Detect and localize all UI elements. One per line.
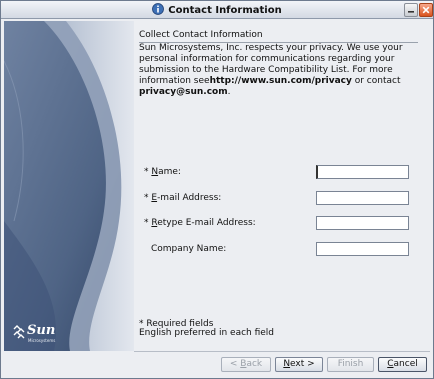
window-title: Contact Information (168, 5, 282, 16)
branding-panel: Sun Microsystems (4, 21, 134, 351)
title-bar[interactable]: Contact Information (1, 1, 433, 19)
back-button[interactable]: < Back (221, 357, 271, 372)
email-row: * E-mail Address: (134, 191, 420, 205)
cancel-button[interactable]: Cancel (378, 357, 427, 372)
close-button[interactable] (419, 3, 433, 17)
close-icon (422, 6, 430, 14)
sun-logo-text: Sun (27, 323, 56, 338)
minimize-button[interactable] (404, 3, 418, 17)
privacy-or: or contact (351, 76, 401, 86)
sun-logo-mark-icon (13, 325, 25, 339)
email-input[interactable] (316, 191, 409, 205)
name-label: * Name: (144, 167, 181, 177)
email-label: * E-mail Address: (144, 193, 222, 203)
wave-graphic (4, 21, 134, 351)
privacy-paragraph: Sun Microsystems, Inc. respects your pri… (139, 43, 419, 98)
section-heading: Collect Contact Information (139, 30, 263, 40)
retype-email-row: * Retype E-mail Address: (134, 216, 420, 230)
retype-email-input[interactable] (316, 216, 409, 230)
contact-email: privacy@sun.com (139, 87, 228, 97)
sun-logo-tagline: Microsystems (28, 338, 56, 343)
company-row: Company Name: (134, 242, 420, 256)
info-icon (152, 3, 165, 18)
retype-email-label: * Retype E-mail Address: (144, 218, 256, 228)
window-title-area: Contact Information (1, 3, 433, 18)
dialog-window: Contact Information Sun Microsystems Col… (0, 0, 434, 379)
minimize-icon (408, 11, 414, 13)
button-divider (134, 351, 430, 352)
name-input[interactable] (316, 165, 409, 179)
company-input[interactable] (316, 242, 409, 256)
privacy-end: . (227, 87, 231, 97)
company-label: Company Name: (151, 244, 227, 254)
next-button[interactable]: Next > (275, 357, 323, 372)
language-note: English preferred in each field (139, 328, 275, 338)
name-row: * Name: (134, 165, 420, 179)
finish-button[interactable]: Finish (327, 357, 374, 372)
privacy-url: http://www.sun.com/privacy (209, 76, 352, 86)
content-panel: Collect Contact Information Sun Microsys… (134, 21, 420, 351)
